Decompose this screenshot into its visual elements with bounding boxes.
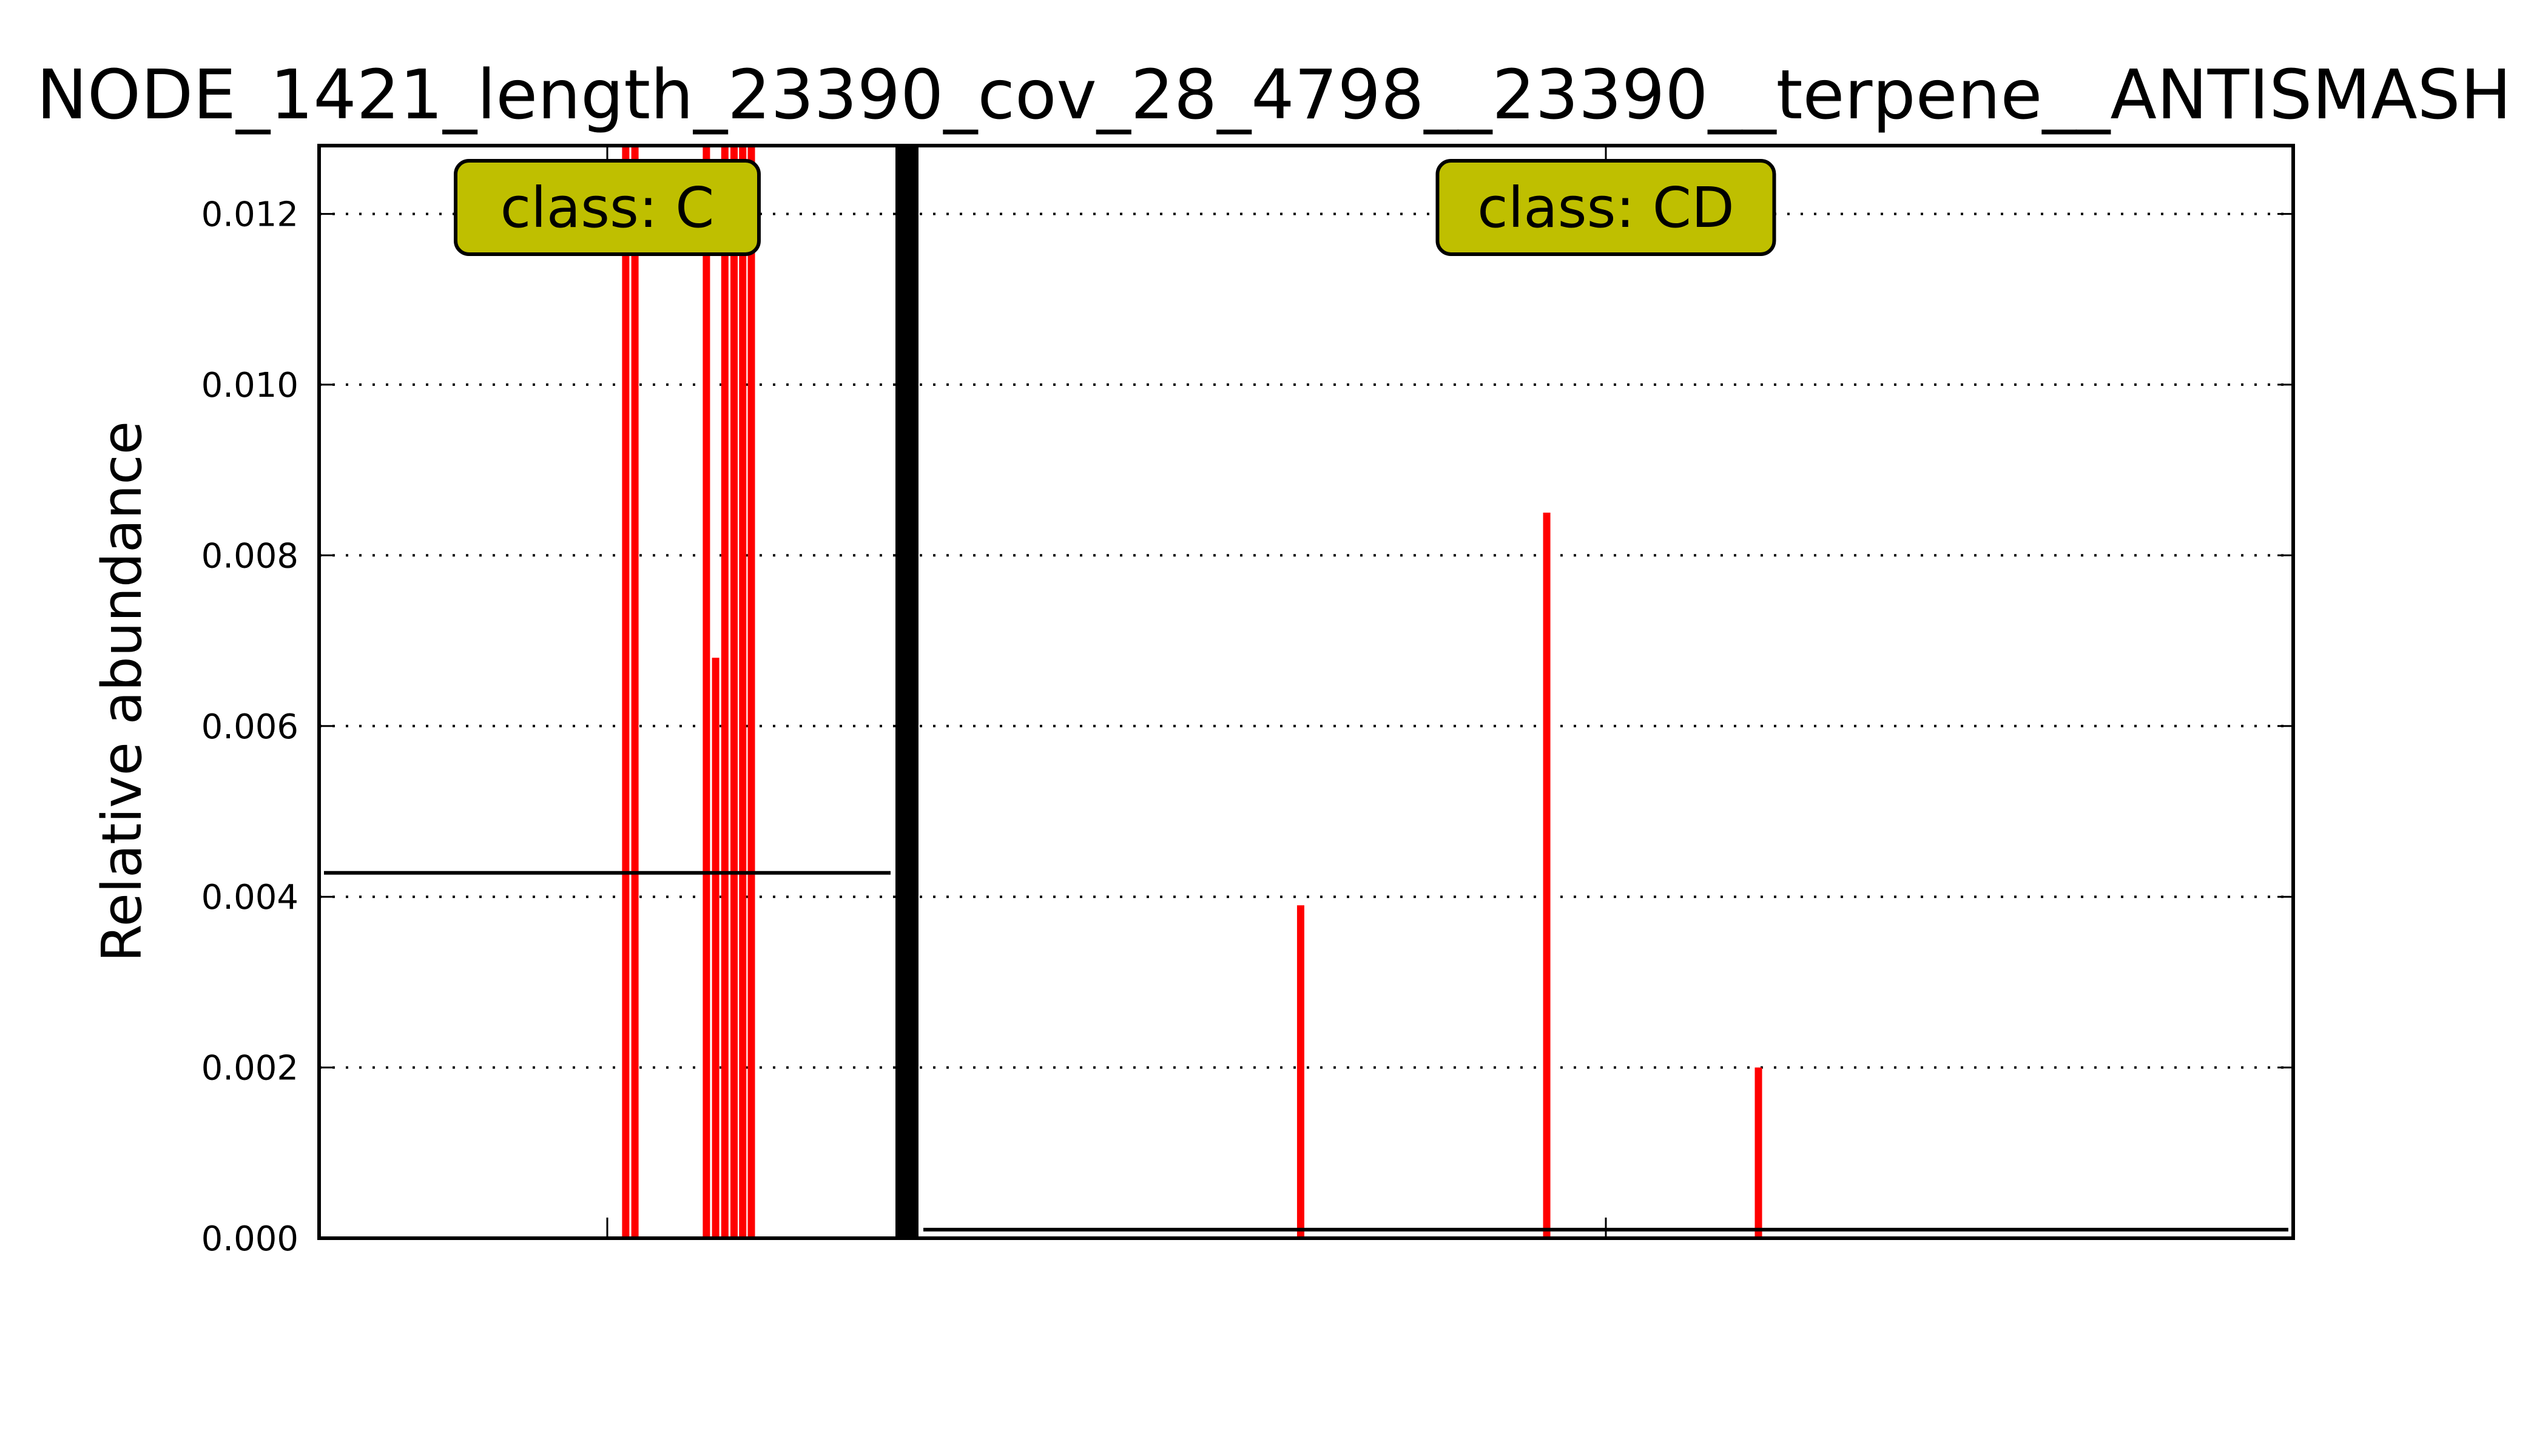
bar	[712, 658, 720, 1238]
plot-frame	[317, 144, 2295, 1240]
bar	[703, 146, 710, 1238]
y-tick-label: 0.002	[201, 1049, 298, 1088]
bar	[1543, 513, 1551, 1238]
bar	[631, 146, 639, 1238]
class-labels: class: C class: CD	[454, 159, 1776, 256]
bar	[1296, 905, 1304, 1238]
y-axis-ticks: 0.000 0.002 0.004 0.006 0.008 0.010 0.012	[201, 195, 2293, 1259]
y-tick-label: 0.012	[201, 195, 298, 235]
bar	[721, 146, 729, 1238]
mean-lines	[324, 871, 2288, 1232]
chart-title: NODE_1421_length_23390_cov_28_4798__2339…	[36, 56, 2512, 135]
y-axis-label: Relative abundance	[90, 421, 154, 962]
bar	[739, 146, 747, 1238]
chart: NODE_1421_length_23390_cov_28_4798__2339…	[36, 56, 2512, 1259]
bar	[1754, 1067, 1762, 1238]
class-label-text: class: CD	[1477, 175, 1734, 240]
y-tick-label: 0.010	[201, 366, 298, 405]
bar	[622, 146, 630, 1238]
bar	[730, 146, 738, 1238]
panel-separator	[895, 146, 918, 1238]
y-tick-label: 0.008	[201, 536, 298, 576]
grid-lines	[319, 212, 2293, 1069]
bars	[622, 146, 1762, 1238]
x-axis-ticks	[606, 146, 1607, 1238]
y-tick-label: 0.006	[201, 707, 298, 747]
y-tick-label: 0.004	[201, 878, 298, 917]
bar	[747, 146, 755, 1238]
y-tick-label: 0.000	[201, 1219, 298, 1259]
class-label-text: class: C	[500, 175, 715, 240]
